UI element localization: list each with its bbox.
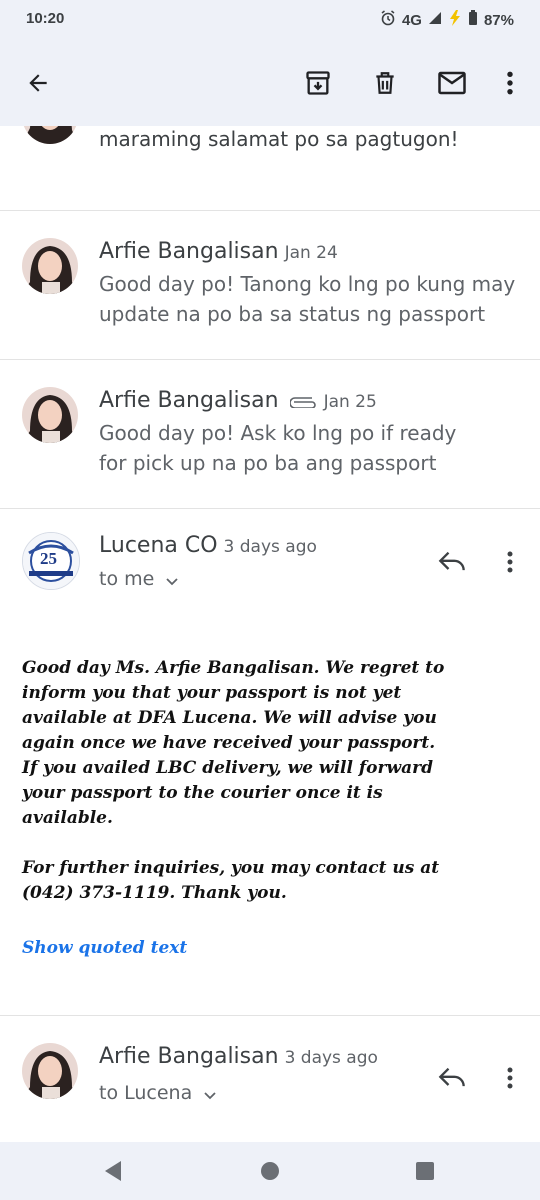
sender-line: Arfie Bangalisan Jan 24 [99,239,338,264]
sender-logo: 25 [22,532,80,590]
body-line: inform you that your passport is not yet [22,683,402,703]
thread-content[interactable]: maraming salamat po sa pagtugon! Arfie B… [0,126,540,1142]
avatar [22,126,78,144]
more-vert-icon[interactable] [492,1060,528,1096]
body-line: For further inquiries, you may contact u… [22,858,440,878]
archive-icon[interactable] [298,63,338,103]
battery-icon [468,10,478,30]
sender-name: Lucena CO [99,533,218,558]
avatar [22,238,78,294]
alarm-icon [380,10,396,30]
status-icons: 4G 87% [380,10,514,30]
data-icon [448,10,462,30]
message-date: Jan 24 [284,243,338,263]
more-vert-icon[interactable] [490,63,530,103]
nav-home-icon[interactable] [255,1156,285,1186]
message-date: Jan 25 [323,392,377,412]
reply-icon[interactable] [434,544,470,580]
collapsed-message[interactable]: Arfie Bangalisan Jan 25 Good day po! Ask… [0,360,540,508]
body-line: If you availed LBC delivery, we will for… [22,758,433,778]
arrow-back-icon[interactable] [18,63,58,103]
chevron-down-icon [204,1083,216,1105]
recipient-label: to Lucena [99,1082,193,1104]
message-date: 3 days ago [284,1048,378,1068]
body-line: (042) 373-1119. Thank you. [22,883,287,903]
system-nav-bar [0,1142,540,1200]
network-label: 4G [401,11,422,29]
reply-icon[interactable] [434,1060,470,1096]
recipient-toggle[interactable]: to me [99,568,178,591]
sender-name: Arfie Bangalisan [99,388,279,413]
attachment-icon [288,389,318,414]
status-time: 10:20 [26,10,65,27]
show-quoted-text-link[interactable]: Show quoted text [22,938,187,958]
expanded-message: 25 Lucena CO 3 days ago to me Good day Ms… [0,509,540,1014]
recipient-toggle[interactable]: to Lucena [99,1082,216,1105]
snippet-line: Good day po! Ask ko lng po if ready [99,421,457,445]
sender-line: Lucena CO 3 days ago [99,533,317,558]
logo-number: 25 [40,549,57,568]
sender-name: Arfie Bangalisan [99,239,279,264]
sender-line: Arfie Bangalisan 3 days ago [99,1044,378,1069]
nav-recents-icon[interactable] [410,1156,440,1186]
app-bar [0,40,540,126]
sender-name: Arfie Bangalisan [99,1044,279,1069]
snippet-line: update na po ba sa status ng passport [99,302,486,326]
collapsed-message-partial[interactable]: maraming salamat po sa pagtugon! [0,126,540,210]
collapsed-message[interactable]: Arfie Bangalisan Jan 24 Good day po! Tano… [0,211,540,359]
more-vert-icon[interactable] [492,544,528,580]
chevron-down-icon [166,569,178,591]
recipient-label: to me [99,568,155,590]
signal-icon [428,11,442,29]
message-snippet: Good day po! Ask ko lng po if ready for … [99,418,519,478]
mail-icon[interactable] [432,63,472,103]
body-line: available. [22,808,113,828]
body-line: Good day Ms. Arfie Bangalisan. We regret… [22,658,445,678]
delete-icon[interactable] [365,63,405,103]
body-line: your passport to the courier once it is [22,783,383,803]
status-bar: 10:20 4G 87% [0,0,540,40]
nav-back-icon[interactable] [98,1156,128,1186]
snippet-line: Good day po! Tanong ko lng po kung may [99,272,516,296]
avatar [22,1043,78,1099]
body-line: again once we have received your passpor… [22,733,436,753]
message-body: Good day Ms. Arfie Bangalisan. We regret… [22,656,522,906]
body-line: available at DFA Lucena. We will advise … [22,708,437,728]
battery-level: 87% [483,11,514,29]
message-date: 3 days ago [223,537,317,557]
message-snippet: Good day po! Tanong ko lng po kung may u… [99,269,519,329]
message-snippet: maraming salamat po sa pagtugon! [99,127,459,151]
avatar [22,387,78,443]
snippet-line: for pick up na po ba ang passport [99,451,437,475]
sender-line: Arfie Bangalisan Jan 25 [99,388,377,414]
message-header[interactable]: Arfie Bangalisan 3 days ago to Lucena [0,1016,540,1142]
